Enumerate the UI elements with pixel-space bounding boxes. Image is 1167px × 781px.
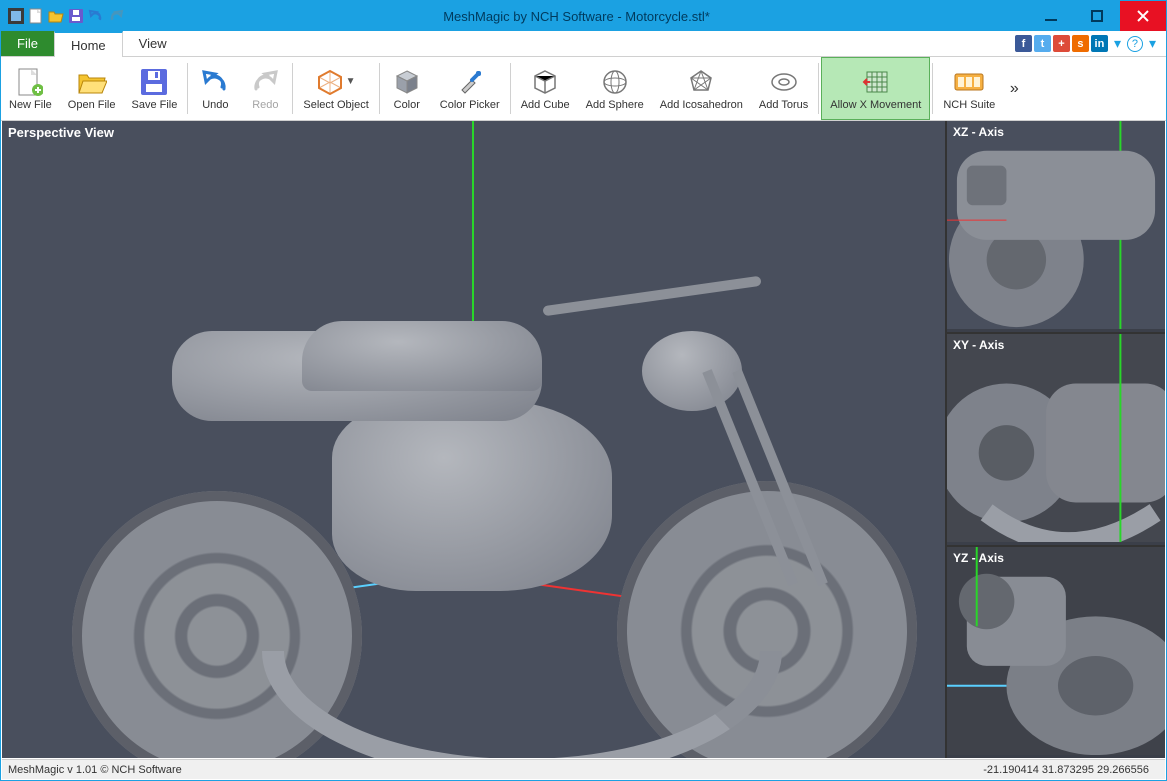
yz-viewport[interactable]: YZ - Axis (947, 547, 1165, 758)
undo-icon (200, 65, 230, 99)
sphere-wire-icon (602, 65, 628, 99)
chevron-down-icon: ▼ (346, 76, 356, 87)
color-button[interactable]: Color (382, 57, 432, 120)
xy-render (947, 334, 1165, 542)
minimize-button[interactable] (1028, 1, 1074, 31)
qat-redo-icon[interactable] (107, 7, 125, 25)
ribbon-overflow-button[interactable]: » (1003, 57, 1025, 120)
nch-suite-button[interactable]: NCH Suite (935, 57, 1003, 120)
nch-suite-icon (954, 65, 984, 99)
ribbon-tabstrip: File Home View f t + s in ▾ ? ▾ (1, 31, 1166, 57)
save-file-button[interactable]: Save File (124, 57, 186, 120)
grid-x-icon (862, 65, 890, 99)
ribbon-separator (932, 63, 933, 114)
add-cube-button[interactable]: Add Cube (513, 57, 578, 120)
cube-wire-icon (533, 65, 557, 99)
xz-viewport[interactable]: XZ - Axis (947, 121, 1165, 334)
qat-save-icon[interactable] (67, 7, 85, 25)
home-tab[interactable]: Home (54, 31, 123, 57)
window-controls (1028, 1, 1166, 31)
ribbon-separator (510, 63, 511, 114)
ribbon-separator (379, 63, 380, 114)
quick-access-toolbar (1, 7, 125, 25)
xy-label: XY - Axis (953, 338, 1004, 352)
google-plus-icon[interactable]: + (1053, 35, 1070, 52)
maximize-button[interactable] (1074, 1, 1120, 31)
model-seat (302, 321, 542, 391)
status-bar: MeshMagic v 1.01 © NCH Software -21.1904… (2, 759, 1165, 779)
ribbon: New File Open File Save File Undo Redo ▼… (1, 57, 1166, 121)
yz-render (947, 547, 1165, 755)
app-icon (7, 7, 25, 25)
eyedropper-icon (457, 65, 483, 99)
new-file-icon (17, 65, 43, 99)
redo-icon (250, 65, 280, 99)
open-file-button[interactable]: Open File (60, 57, 124, 120)
window-title: MeshMagic by NCH Software - Motorcycle.s… (125, 9, 1028, 24)
model-headlight (642, 331, 742, 411)
coords-readout: -21.190414 31.873295 29.266556 (983, 764, 1159, 776)
xy-viewport[interactable]: XY - Axis (947, 334, 1165, 547)
torus-wire-icon (770, 65, 798, 99)
xz-label: XZ - Axis (953, 125, 1004, 139)
add-sphere-button[interactable]: Add Sphere (578, 57, 652, 120)
ribbon-separator (818, 63, 819, 114)
undo-button[interactable]: Undo (190, 57, 240, 120)
model-handlebar (542, 276, 761, 317)
perspective-label: Perspective View (8, 125, 114, 140)
ribbon-separator (187, 63, 188, 114)
allow-x-movement-button[interactable]: Allow X Movement (821, 57, 930, 120)
color-picker-button[interactable]: Color Picker (432, 57, 508, 120)
facebook-icon[interactable]: f (1015, 35, 1032, 52)
save-icon (141, 65, 167, 99)
cube-shaded-icon (395, 65, 419, 99)
open-folder-icon (77, 65, 107, 99)
qat-undo-icon[interactable] (87, 7, 105, 25)
workspace: Perspective View XZ - Axis (2, 121, 1165, 758)
redo-button[interactable]: Redo (240, 57, 290, 120)
help-icon[interactable]: ? (1127, 36, 1143, 52)
view-tab[interactable]: View (123, 31, 184, 56)
twitter-icon[interactable]: t (1034, 35, 1051, 52)
add-torus-button[interactable]: Add Torus (751, 57, 816, 120)
ribbon-separator (292, 63, 293, 114)
version-label: MeshMagic v 1.01 © NCH Software (8, 764, 182, 776)
linkedin-icon[interactable]: in (1091, 35, 1108, 52)
qat-open-icon[interactable] (47, 7, 65, 25)
social-bar: f t + s in ▾ ? ▾ (1015, 31, 1166, 56)
titlebar: MeshMagic by NCH Software - Motorcycle.s… (1, 1, 1166, 31)
xz-render (947, 121, 1165, 329)
perspective-viewport[interactable]: Perspective View (2, 121, 945, 758)
select-object-icon: ▼ (317, 65, 356, 99)
yz-label: YZ - Axis (953, 551, 1004, 565)
icosahedron-wire-icon (688, 65, 714, 99)
side-viewports: XZ - Axis XY - Axis (945, 121, 1165, 758)
share-icon[interactable]: s (1072, 35, 1089, 52)
social-dropdown-icon[interactable]: ▾ (1110, 35, 1125, 52)
model-exhaust (262, 651, 782, 758)
close-button[interactable] (1120, 1, 1166, 31)
new-file-button[interactable]: New File (1, 57, 60, 120)
help-dropdown-icon[interactable]: ▾ (1145, 35, 1160, 52)
model-engine (332, 401, 612, 591)
file-tab[interactable]: File (1, 31, 54, 56)
qat-new-icon[interactable] (27, 7, 45, 25)
add-icosahedron-button[interactable]: Add Icosahedron (652, 57, 751, 120)
select-object-button[interactable]: ▼ Select Object (295, 57, 376, 120)
